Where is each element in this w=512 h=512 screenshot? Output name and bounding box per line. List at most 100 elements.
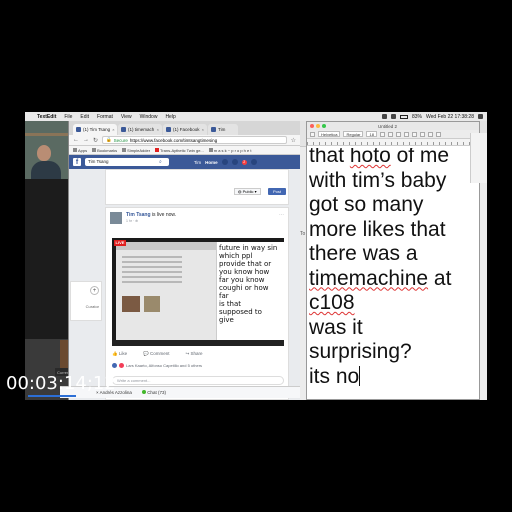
font-weight-select[interactable]: Regular — [343, 131, 364, 137]
browser-tab-bar: (1) Tim Tsang × (1) timemach × (1) Faceb… — [69, 121, 300, 135]
video-text-line: give — [219, 316, 234, 324]
facebook-logo-icon[interactable]: f — [73, 158, 81, 166]
document-area[interactable]: that hoto of me with tim’s baby got so m… — [307, 148, 479, 399]
text-run: more likes that — [309, 217, 446, 241]
notifications-badge[interactable]: 2 — [241, 159, 247, 165]
chat-toggle[interactable]: Chat (73) — [141, 390, 166, 395]
left-card-label: Curator — [85, 304, 99, 309]
menu-app-name[interactable]: TextEdit — [37, 114, 56, 120]
bookmark-bookmarks[interactable]: Bookmarks — [92, 148, 117, 153]
misspelled-word[interactable]: timemachine — [309, 267, 428, 290]
underline-icon[interactable] — [403, 131, 409, 137]
post-button[interactable]: Post — [268, 188, 286, 195]
chat-label: Chat (73) — [147, 390, 166, 395]
bookmark-simpleadder[interactable]: SimpleAdder — [122, 148, 150, 153]
menu-clock[interactable]: Wed Feb 22 17:38:28 — [426, 114, 474, 120]
tab-close-icon[interactable]: × — [202, 127, 204, 132]
post-time[interactable]: 1 hr · ⊕ — [126, 219, 138, 223]
italic-icon[interactable] — [395, 131, 401, 137]
list-icon[interactable] — [435, 131, 441, 137]
live-video[interactable]: future in way sin which ppl provide that… — [112, 238, 284, 346]
share-button[interactable]: ↪ Share — [186, 351, 203, 357]
text-line: c108 — [309, 291, 451, 316]
align-center-icon[interactable] — [419, 131, 425, 137]
avatar[interactable] — [110, 212, 122, 224]
comment-input[interactable]: Write a comment... — [112, 376, 284, 385]
forward-arrow-icon[interactable]: → — [83, 137, 89, 143]
tab-close-icon[interactable]: × — [157, 127, 159, 132]
home-link[interactable]: Home — [205, 160, 218, 165]
bookmark-trans-aythetic[interactable]: Trans-Aythetic Twin ge... — [155, 148, 204, 153]
format-toolbar: Helvetica Regular 18 — [307, 130, 479, 139]
post-actions: 👍 Like 💬 Comment ↪ Share — [112, 351, 203, 357]
messages-icon[interactable] — [231, 159, 238, 165]
menu-file[interactable]: File — [64, 114, 72, 120]
text-line: timemachine at — [309, 267, 451, 292]
post-composer: ◍ Public ▾ Post — [105, 169, 289, 205]
menu-window[interactable]: Window — [140, 114, 158, 120]
video-controls[interactable] — [112, 340, 284, 346]
bold-icon[interactable] — [387, 131, 393, 137]
spotlight-icon[interactable] — [478, 114, 483, 119]
wifi-icon[interactable] — [381, 114, 387, 119]
document-text[interactable]: that hoto of me with tim’s baby got so m… — [309, 148, 451, 389]
bookmark-mask-prophet[interactable]: m a s k ~ p r o p h e t — [208, 148, 251, 153]
profile-link[interactable]: Tim — [194, 160, 201, 165]
browser-tab[interactable]: (1) Tim Tsang × — [73, 124, 117, 135]
bookmark-apps[interactable]: Apps — [73, 148, 87, 153]
back-arrow-icon[interactable]: ← — [73, 137, 79, 143]
zoom-window-icon[interactable] — [322, 124, 326, 128]
add-icon[interactable]: + — [90, 286, 99, 295]
post-menu-icon[interactable]: ⋯ — [279, 212, 284, 218]
like-button[interactable]: 👍 Like — [112, 351, 127, 357]
textedit-titlebar: Untitled 2 — [307, 122, 479, 130]
reactions-summary[interactable]: Lars Kaarto, Alfonso Capetillo and 5 oth… — [112, 363, 202, 368]
privacy-selector[interactable]: ◍ Public ▾ — [234, 188, 261, 195]
facebook-favicon-icon — [166, 127, 171, 132]
page-icon — [122, 148, 127, 153]
volume-icon[interactable] — [390, 114, 396, 119]
menu-format[interactable]: Format — [97, 114, 113, 120]
reload-icon[interactable]: ↻ — [93, 137, 98, 144]
menu-view[interactable]: View — [121, 114, 132, 120]
font-family-select[interactable]: Helvetica — [318, 131, 341, 137]
text-color-icon[interactable] — [379, 131, 385, 137]
url-input[interactable]: 🔒 Secure https://www.facebook.com/timtsa… — [102, 136, 287, 144]
help-icon[interactable] — [250, 159, 257, 165]
mac-menu-bar: TextEdit File Edit Format View Window He… — [25, 112, 487, 121]
font-size-select[interactable]: 18 — [366, 131, 377, 137]
menu-edit[interactable]: Edit — [80, 114, 89, 120]
battery-icon[interactable] — [399, 114, 408, 119]
video-text-line: coughi or how — [219, 284, 269, 292]
menu-help[interactable]: Help — [165, 114, 175, 120]
misspelled-word[interactable]: hoto — [350, 148, 391, 167]
video-text-line: which ppl — [219, 252, 253, 260]
browser-tab[interactable]: (1) timemach × — [118, 124, 162, 135]
star-icon[interactable]: ☆ — [291, 137, 296, 144]
close-window-icon[interactable] — [310, 124, 314, 128]
minimize-window-icon[interactable] — [316, 124, 320, 128]
text-line: that hoto of me — [309, 148, 451, 169]
facebook-favicon-icon — [76, 127, 81, 132]
search-icon[interactable]: ⌕ — [159, 159, 162, 165]
align-right-icon[interactable] — [427, 131, 433, 137]
text-ruler[interactable] — [307, 139, 479, 146]
page-icon — [208, 148, 213, 153]
text-run: of me — [390, 148, 450, 167]
tab-close-icon[interactable]: × — [112, 127, 114, 132]
browser-tab[interactable]: Tim — [208, 124, 238, 135]
browser-window: (1) Tim Tsang × (1) timemach × (1) Faceb… — [68, 121, 300, 400]
browser-tab[interactable]: (1) Facebook × — [163, 124, 207, 135]
video-screen-text — [122, 256, 182, 286]
comment-button[interactable]: 💬 Comment — [143, 351, 169, 357]
left-column: + Curator — [69, 169, 103, 400]
friends-icon[interactable] — [221, 159, 228, 165]
facebook-feed: + Curator ◍ Public ▾ Post Tim Tsang is l… — [69, 169, 301, 400]
post-author-name[interactable]: Tim Tsang — [126, 212, 151, 218]
paragraph-style-icon[interactable] — [310, 131, 315, 137]
video-text-line: far — [219, 292, 229, 300]
align-left-icon[interactable] — [411, 131, 417, 137]
text-line: with tim’s baby — [309, 169, 451, 194]
misspelled-word[interactable]: c108 — [309, 291, 355, 314]
facebook-search-input[interactable]: Tim Tsang — [85, 158, 169, 166]
